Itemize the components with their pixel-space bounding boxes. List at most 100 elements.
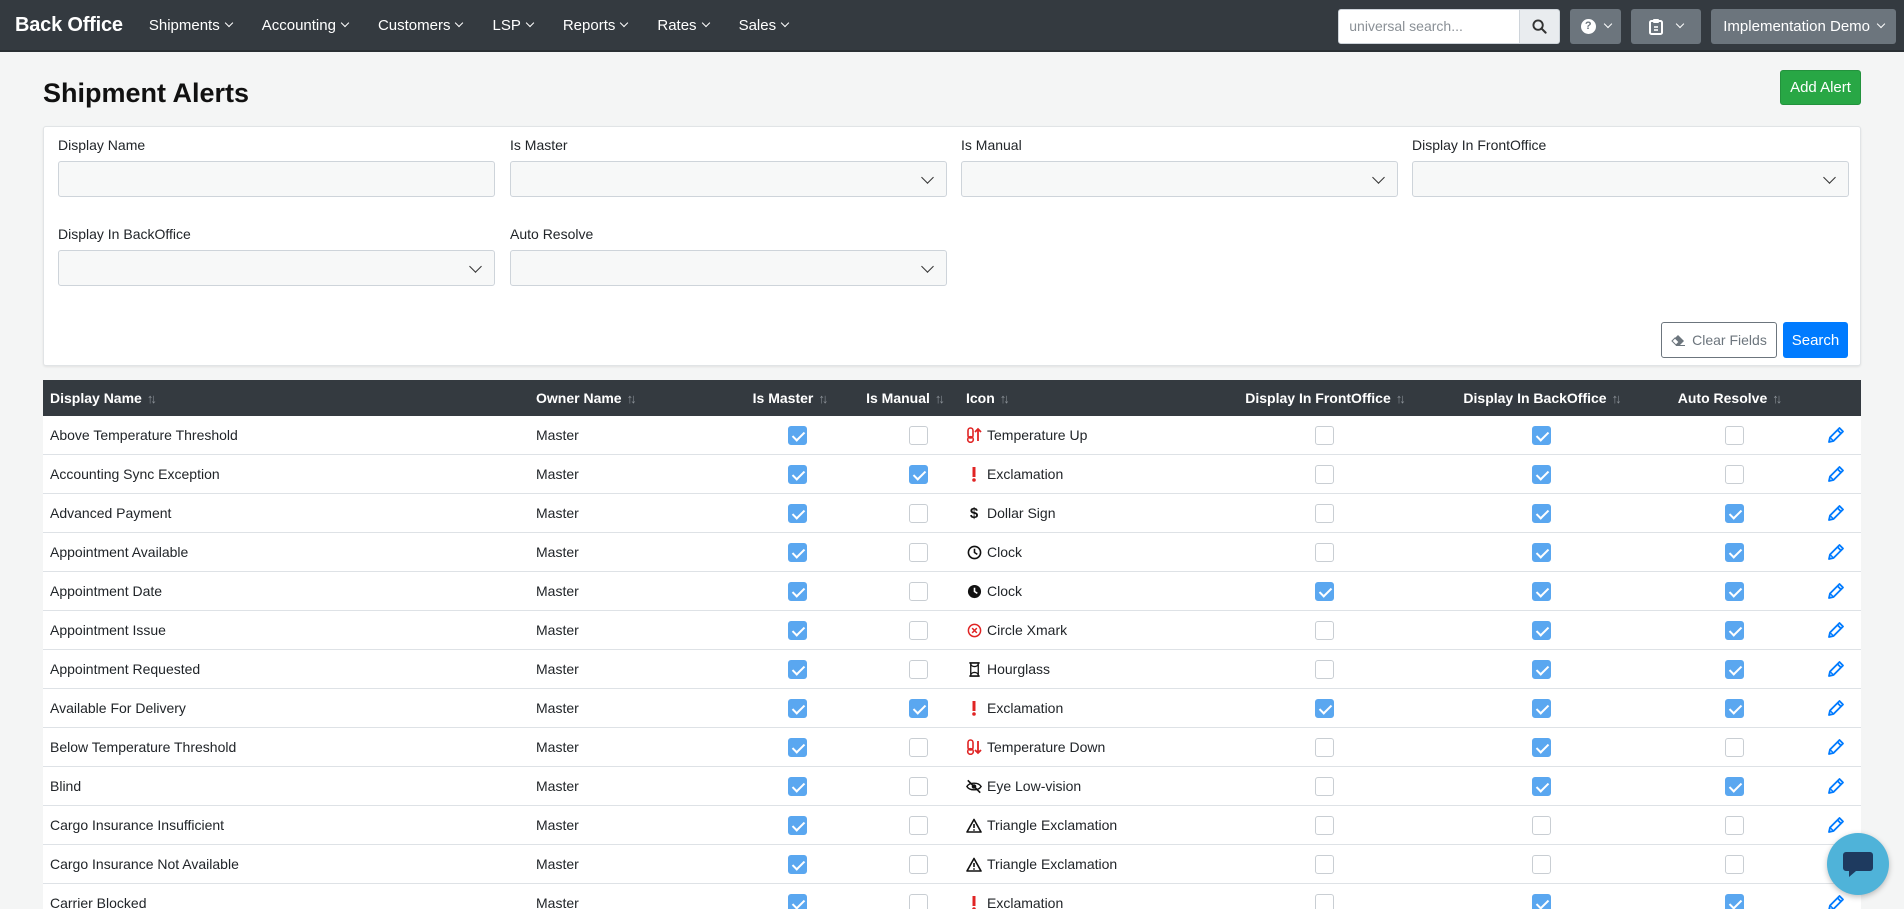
is-manual-checkbox[interactable] xyxy=(909,542,928,562)
is-manual-checkbox[interactable] xyxy=(909,737,928,757)
display-backoffice-checkbox[interactable] xyxy=(1531,854,1551,874)
is-manual-select[interactable] xyxy=(961,161,1398,197)
edit-button[interactable] xyxy=(1824,813,1848,837)
edit-button[interactable] xyxy=(1824,891,1848,909)
auto-resolve-checkbox[interactable] xyxy=(1724,893,1744,909)
nav-item-accounting[interactable]: Accounting xyxy=(262,17,350,34)
display-backoffice-checkbox[interactable] xyxy=(1531,815,1551,835)
auto-resolve-checkbox[interactable] xyxy=(1724,854,1744,874)
edit-button[interactable] xyxy=(1824,735,1848,759)
display-frontoffice-checkbox[interactable] xyxy=(1314,737,1334,757)
display-frontoffice-checkbox[interactable] xyxy=(1314,815,1334,835)
is-manual-checkbox[interactable] xyxy=(909,425,928,445)
universal-search-input[interactable] xyxy=(1338,8,1521,44)
is-master-checkbox[interactable] xyxy=(788,581,807,601)
is-master-select[interactable] xyxy=(510,161,947,197)
edit-button[interactable] xyxy=(1824,579,1848,603)
display-frontoffice-checkbox[interactable] xyxy=(1314,503,1334,523)
is-master-checkbox[interactable] xyxy=(788,542,807,562)
auto-resolve-select[interactable] xyxy=(510,250,947,286)
auto-resolve-checkbox[interactable] xyxy=(1724,581,1744,601)
auto-resolve-checkbox[interactable] xyxy=(1724,698,1744,718)
nav-item-reports[interactable]: Reports xyxy=(563,17,629,34)
column-header-auto-resolve[interactable]: Auto Resolve ↑↓ xyxy=(1646,380,1811,416)
chat-widget-button[interactable] xyxy=(1827,833,1889,895)
column-header-icon[interactable]: Icon ↑↓ xyxy=(959,380,1212,416)
is-manual-checkbox[interactable] xyxy=(909,581,928,601)
is-master-checkbox[interactable] xyxy=(788,425,807,445)
is-master-checkbox[interactable] xyxy=(788,737,807,757)
nav-item-sales[interactable]: Sales xyxy=(739,17,790,34)
display-backoffice-checkbox[interactable] xyxy=(1531,542,1551,562)
display-backoffice-checkbox[interactable] xyxy=(1531,503,1551,523)
display-frontoffice-checkbox[interactable] xyxy=(1314,698,1334,718)
edit-button[interactable] xyxy=(1824,657,1848,681)
display-backoffice-checkbox[interactable] xyxy=(1531,659,1551,679)
display-frontoffice-checkbox[interactable] xyxy=(1314,620,1334,640)
is-master-checkbox[interactable] xyxy=(788,815,807,835)
display-backoffice-checkbox[interactable] xyxy=(1531,581,1551,601)
edit-button[interactable] xyxy=(1824,501,1848,525)
display-frontoffice-checkbox[interactable] xyxy=(1314,425,1334,445)
is-master-checkbox[interactable] xyxy=(788,893,807,909)
auto-resolve-checkbox[interactable] xyxy=(1724,503,1744,523)
display-frontoffice-checkbox[interactable] xyxy=(1314,893,1334,909)
brand-logo[interactable]: Back Office xyxy=(15,14,123,37)
column-header-display-in-frontoffice[interactable]: Display In FrontOffice ↑↓ xyxy=(1212,380,1436,416)
edit-button[interactable] xyxy=(1824,618,1848,642)
display-frontoffice-checkbox[interactable] xyxy=(1314,776,1334,796)
auto-resolve-checkbox[interactable] xyxy=(1724,542,1744,562)
auto-resolve-checkbox[interactable] xyxy=(1724,464,1744,484)
auto-resolve-checkbox[interactable] xyxy=(1724,776,1744,796)
clipboard-dropdown-button[interactable] xyxy=(1631,8,1702,44)
is-master-checkbox[interactable] xyxy=(788,854,807,874)
is-manual-checkbox[interactable] xyxy=(909,815,928,835)
display-backoffice-checkbox[interactable] xyxy=(1531,776,1551,796)
display-backoffice-checkbox[interactable] xyxy=(1531,737,1551,757)
is-master-checkbox[interactable] xyxy=(788,464,807,484)
column-header-display-name[interactable]: Display Name ↑↓ xyxy=(43,380,529,416)
is-manual-checkbox[interactable] xyxy=(909,893,928,909)
display-backoffice-checkbox[interactable] xyxy=(1531,425,1551,445)
nav-item-rates[interactable]: Rates xyxy=(657,17,710,34)
display-backoffice-checkbox[interactable] xyxy=(1531,620,1551,640)
display-in-frontoffice-select[interactable] xyxy=(1412,161,1849,197)
display-backoffice-checkbox[interactable] xyxy=(1531,698,1551,718)
auto-resolve-checkbox[interactable] xyxy=(1724,620,1744,640)
help-dropdown-button[interactable]: ? xyxy=(1570,8,1622,44)
display-frontoffice-checkbox[interactable] xyxy=(1314,542,1334,562)
is-manual-checkbox[interactable] xyxy=(909,854,928,874)
display-frontoffice-checkbox[interactable] xyxy=(1314,659,1334,679)
auto-resolve-checkbox[interactable] xyxy=(1724,815,1744,835)
is-manual-checkbox[interactable] xyxy=(909,698,928,718)
display-backoffice-checkbox[interactable] xyxy=(1531,893,1551,909)
is-manual-checkbox[interactable] xyxy=(909,503,928,523)
display-frontoffice-checkbox[interactable] xyxy=(1314,854,1334,874)
nav-item-customers[interactable]: Customers xyxy=(378,17,464,34)
column-header-display-in-backoffice[interactable]: Display In BackOffice ↑↓ xyxy=(1436,380,1646,416)
edit-button[interactable] xyxy=(1824,462,1848,486)
auto-resolve-checkbox[interactable] xyxy=(1724,425,1744,445)
auto-resolve-checkbox[interactable] xyxy=(1724,737,1744,757)
is-master-checkbox[interactable] xyxy=(788,503,807,523)
is-manual-checkbox[interactable] xyxy=(909,464,928,484)
display-backoffice-checkbox[interactable] xyxy=(1531,464,1551,484)
column-header-owner-name[interactable]: Owner Name ↑↓ xyxy=(529,380,729,416)
column-header-is-master[interactable]: Is Master ↑↓ xyxy=(729,380,849,416)
auto-resolve-checkbox[interactable] xyxy=(1724,659,1744,679)
search-button[interactable]: Search xyxy=(1783,322,1848,358)
is-manual-checkbox[interactable] xyxy=(909,776,928,796)
add-alert-button[interactable]: Add Alert xyxy=(1780,70,1861,105)
is-master-checkbox[interactable] xyxy=(788,659,807,679)
display-frontoffice-checkbox[interactable] xyxy=(1314,464,1334,484)
display-frontoffice-checkbox[interactable] xyxy=(1314,581,1334,601)
is-master-checkbox[interactable] xyxy=(788,620,807,640)
edit-button[interactable] xyxy=(1824,696,1848,720)
edit-button[interactable] xyxy=(1824,774,1848,798)
search-icon-button[interactable] xyxy=(1520,8,1561,44)
edit-button[interactable] xyxy=(1824,423,1848,447)
nav-item-shipments[interactable]: Shipments xyxy=(149,17,233,34)
clear-fields-button[interactable]: Clear Fields xyxy=(1661,322,1777,358)
display-in-backoffice-select[interactable] xyxy=(58,250,495,286)
is-manual-checkbox[interactable] xyxy=(909,620,928,640)
